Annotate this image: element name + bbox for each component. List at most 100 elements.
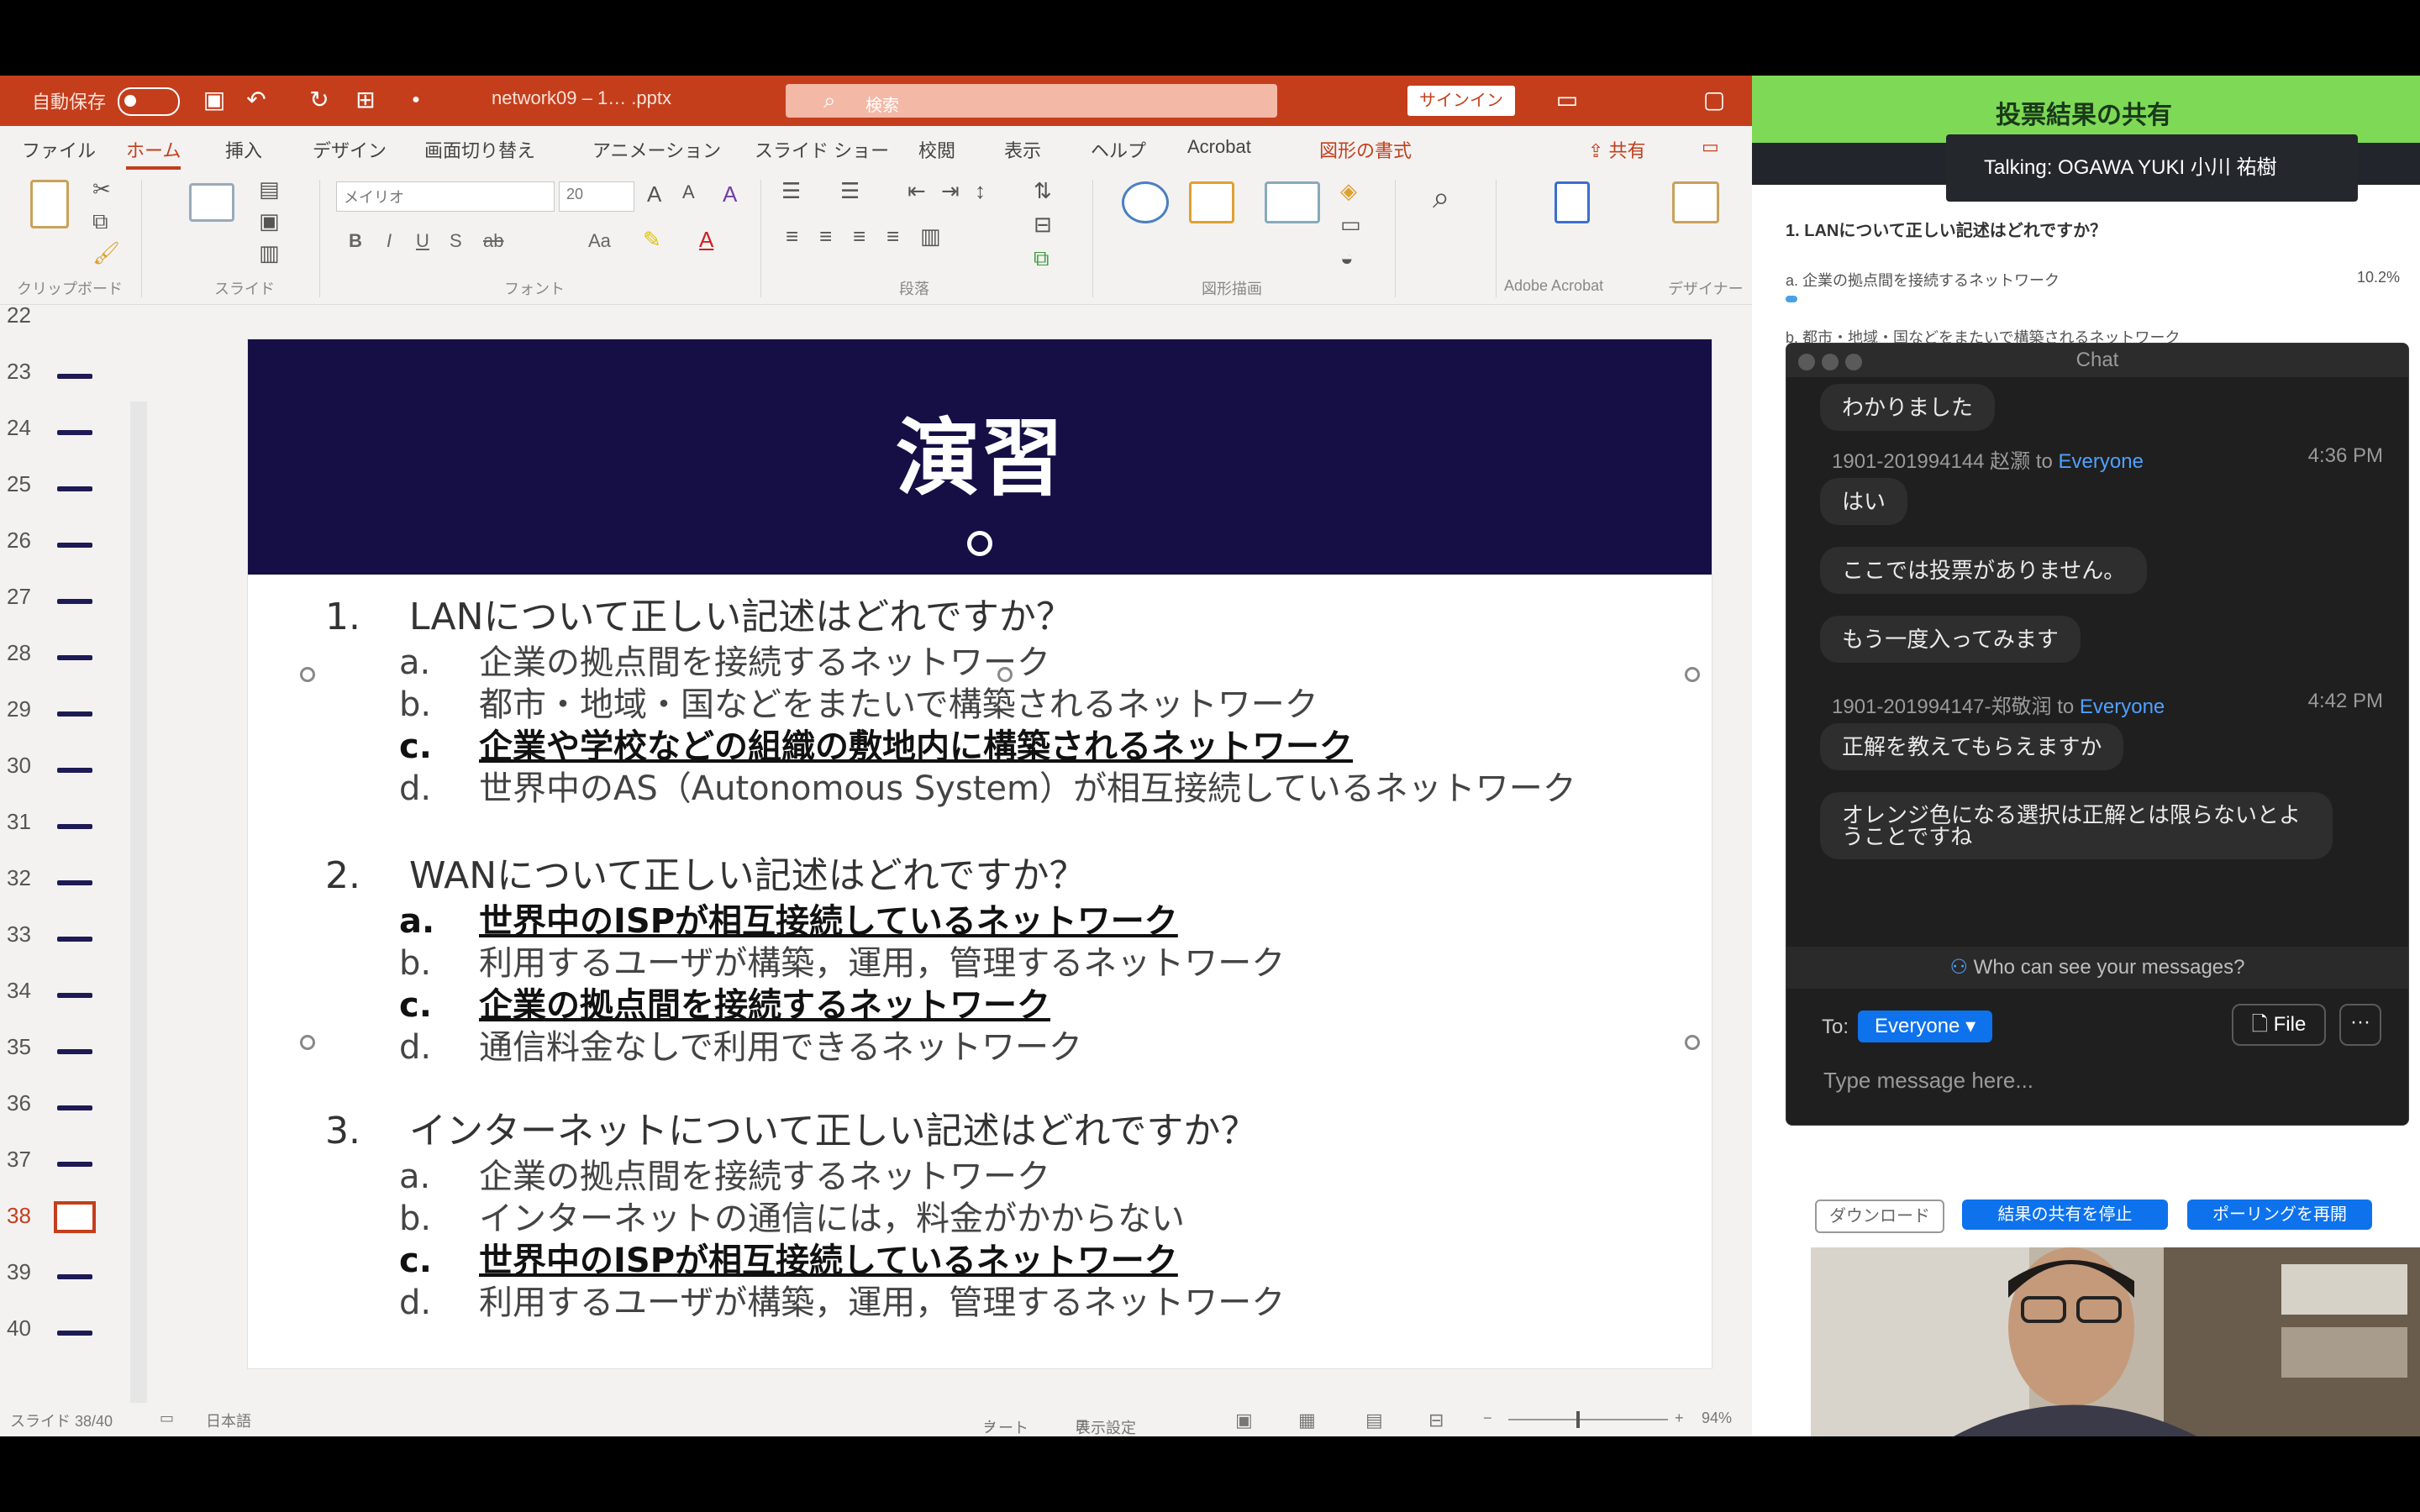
tab-transitions[interactable]: 画面切り替え [424, 136, 535, 163]
slide-thumbnail[interactable] [57, 993, 92, 998]
bullets-icon[interactable]: ☰ [781, 178, 801, 204]
slide-thumbnail[interactable] [57, 1105, 92, 1110]
font-size-box[interactable]: 20 [559, 181, 634, 212]
arrange-icon[interactable] [1189, 181, 1234, 223]
shape-fill-icon[interactable]: ◈ [1340, 178, 1357, 204]
resize-handle[interactable] [300, 667, 315, 682]
align-center-icon[interactable]: ≡ [819, 223, 832, 249]
resize-handle[interactable] [1685, 1035, 1700, 1050]
zoom-in-icon[interactable]: + [1675, 1410, 1684, 1427]
slide-thumbnail[interactable] [57, 768, 92, 773]
slideshow-view-icon[interactable]: ⊟ [1428, 1410, 1444, 1431]
customize-qa-icon[interactable]: ● [403, 87, 429, 113]
comments-icon[interactable]: ▭ [1702, 136, 1719, 158]
save-icon[interactable]: ▣ [202, 87, 227, 113]
tab-view[interactable]: 表示 [1004, 136, 1041, 163]
new-slide-icon[interactable] [189, 183, 234, 222]
file-button[interactable]: 🗋 File [2232, 1004, 2326, 1046]
normal-view-icon[interactable]: ▣ [1235, 1410, 1253, 1431]
reading-view-icon[interactable]: ▤ [1365, 1410, 1383, 1431]
shrink-font-icon[interactable]: A [682, 181, 695, 203]
decrease-indent-icon[interactable]: ⇤ [908, 178, 926, 204]
undo-icon[interactable]: ↶ [244, 87, 269, 113]
tab-home[interactable]: ホーム [126, 136, 182, 170]
slide-thumbnail[interactable] [57, 1331, 92, 1336]
slide-thumbnail[interactable] [57, 880, 92, 885]
highlight-icon[interactable]: ✎ [643, 227, 661, 253]
stop-sharing-results-button[interactable]: 結果の共有を停止 [1962, 1200, 2168, 1230]
language-label[interactable]: 日本語 [206, 1410, 251, 1431]
recipient-select[interactable]: Everyone ▾ [1858, 1011, 1993, 1042]
zoom-slider-thumb[interactable] [1576, 1411, 1580, 1428]
who-can-see-link[interactable]: ⚇ Who can see your messages? [1786, 947, 2408, 989]
slide-sorter-icon[interactable]: ▦ [1298, 1410, 1316, 1431]
redo-icon[interactable]: ↻ [307, 87, 332, 113]
search-box[interactable]: ⌕ 検索 [786, 84, 1277, 118]
slide-thumbnail[interactable] [57, 1162, 92, 1167]
tab-slideshow[interactable]: スライド ショー [755, 136, 889, 163]
slide-thumbnail[interactable] [57, 599, 92, 604]
more-options-button[interactable]: ··· [2339, 1004, 2381, 1046]
rotate-handle-icon[interactable] [967, 531, 992, 556]
tab-review[interactable]: 校閲 [918, 136, 955, 163]
tab-design[interactable]: デザイン [313, 136, 387, 163]
tab-shape-format[interactable]: 図形の書式 [1319, 136, 1412, 163]
chat-message-list[interactable]: わかりました 1901-201994144 赵灏 to Everyone 4:36 … [1786, 377, 2408, 947]
align-right-icon[interactable]: ≡ [853, 223, 865, 249]
quick-styles-icon[interactable] [1265, 181, 1320, 223]
designer-icon[interactable] [1672, 181, 1719, 223]
zoom-level[interactable]: 94% [1702, 1410, 1732, 1427]
format-painter-icon[interactable]: 🖌 [92, 240, 120, 266]
resize-handle[interactable] [997, 667, 1013, 682]
present-icon[interactable]: ⊞ [353, 87, 378, 113]
tab-acrobat[interactable]: Acrobat [1187, 136, 1251, 158]
rerun-poll-button[interactable]: ポーリングを再開 [2187, 1200, 2372, 1230]
slide-thumbnail[interactable] [57, 1274, 92, 1279]
slide-thumbnail-selected[interactable] [54, 1201, 96, 1233]
smartart-icon[interactable]: ⧉ [1034, 245, 1050, 272]
strikethrough-icon[interactable]: ab [483, 230, 503, 252]
slide-thumbnail[interactable] [57, 486, 92, 491]
autosave-toggle[interactable] [118, 87, 180, 116]
change-case-icon[interactable]: Aa [588, 230, 611, 252]
shape-outline-icon[interactable]: ▭ [1340, 212, 1361, 238]
numbering-icon[interactable]: ☰ [840, 178, 860, 204]
slide-thumbnail[interactable] [57, 430, 92, 435]
reset-icon[interactable]: ▣ [259, 208, 280, 234]
align-text-icon[interactable]: ⊟ [1034, 212, 1052, 238]
find-icon[interactable]: ⌕ [1433, 180, 1449, 216]
accessibility-icon[interactable]: ▭ [160, 1410, 174, 1427]
tab-file[interactable]: ファイル [22, 136, 96, 163]
grow-font-icon[interactable]: A [647, 181, 661, 207]
justify-icon[interactable]: ≡ [886, 223, 899, 249]
slide-thumbnail[interactable] [57, 937, 92, 942]
line-spacing-icon[interactable]: ↕ [975, 178, 986, 204]
slide-canvas[interactable]: 演習 1. LANについて正しい記述はどれですか？ a. 企業の拠点間を接続するネット… [248, 339, 1712, 1421]
increase-indent-icon[interactable]: ⇥ [941, 178, 960, 204]
zoom-slider[interactable] [1508, 1419, 1668, 1420]
slide-thumbnail[interactable] [57, 374, 92, 379]
slide-thumbnail[interactable] [57, 543, 92, 548]
resize-handle[interactable] [1685, 667, 1700, 682]
tab-help[interactable]: ヘルプ [1091, 136, 1146, 163]
font-name-box[interactable]: メイリオ [336, 181, 555, 212]
cut-icon[interactable]: ✂ [92, 176, 111, 202]
section-icon[interactable]: ▥ [259, 240, 280, 266]
share-button[interactable]: ⇪ 共有 [1588, 136, 1646, 163]
zoom-out-icon[interactable]: − [1483, 1410, 1492, 1427]
tab-animations[interactable]: アニメーション [592, 136, 721, 163]
minimize-icon[interactable]: ▢ [1702, 87, 1727, 113]
clear-format-icon[interactable]: A [723, 181, 737, 207]
shapes-icon[interactable] [1122, 181, 1169, 223]
slide-thumbnail[interactable] [57, 1049, 92, 1054]
slide-thumbnail[interactable] [57, 711, 92, 717]
thumbs-scrollbar[interactable] [130, 402, 147, 1435]
tab-insert[interactable]: 挿入 [225, 136, 262, 163]
text-direction-icon[interactable]: ⇅ [1034, 178, 1052, 204]
message-input[interactable] [1822, 1061, 2380, 1100]
paste-icon[interactable] [30, 180, 69, 228]
columns-icon[interactable]: ▥ [920, 223, 941, 249]
signin-button[interactable]: サインイン [1407, 86, 1515, 116]
align-left-icon[interactable]: ≡ [786, 223, 798, 249]
resize-handle[interactable] [300, 1035, 315, 1050]
